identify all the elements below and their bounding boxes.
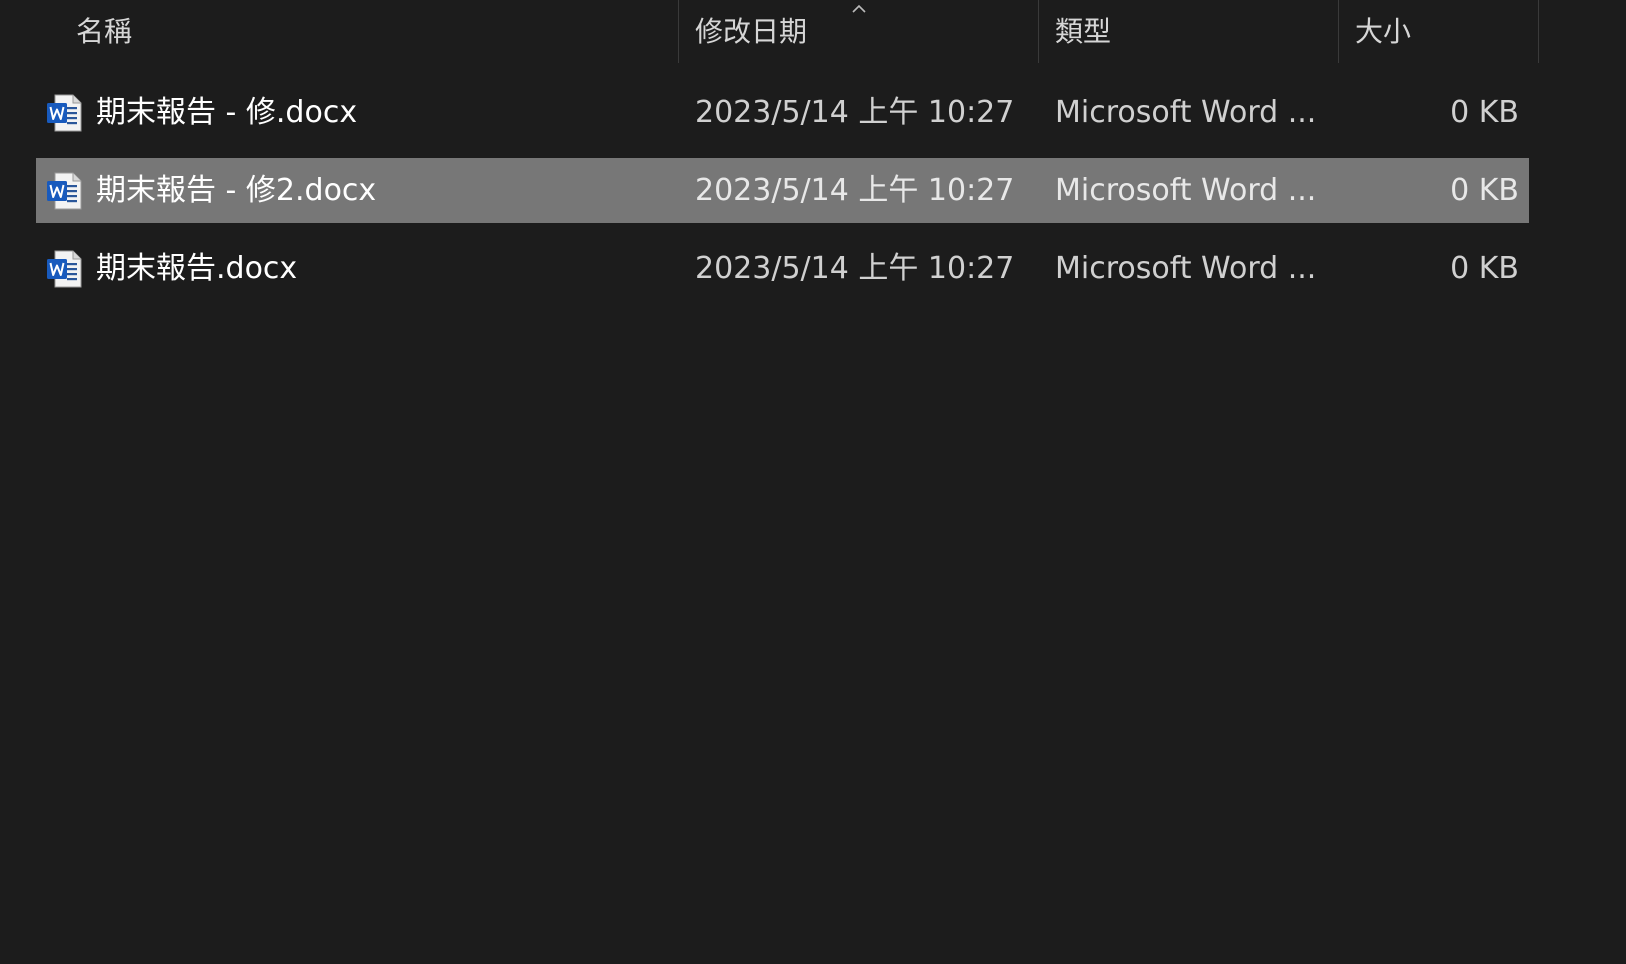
file-size: 0 KB bbox=[1450, 95, 1519, 130]
file-row[interactable]: 期末報告.docx 2023/5/14 上午 10:27 Microsoft W… bbox=[36, 236, 1529, 301]
column-divider[interactable] bbox=[1538, 0, 1539, 63]
column-header-size[interactable]: 大小 bbox=[1355, 0, 1411, 63]
column-header-name[interactable]: 名稱 bbox=[76, 0, 132, 63]
file-size: 0 KB bbox=[1450, 173, 1519, 208]
file-modified-date: 2023/5/14 上午 10:27 bbox=[695, 251, 1015, 286]
file-size: 0 KB bbox=[1450, 251, 1519, 286]
word-document-icon bbox=[47, 172, 82, 210]
file-modified-date: 2023/5/14 上午 10:27 bbox=[695, 173, 1015, 208]
column-header-type[interactable]: 類型 bbox=[1055, 0, 1111, 63]
column-header-bar: 名稱 修改日期 類型 大小 bbox=[0, 0, 1626, 63]
file-name: 期末報告.docx bbox=[96, 251, 298, 286]
file-row[interactable]: 期末報告 - 修.docx 2023/5/14 上午 10:27 Microso… bbox=[36, 80, 1529, 145]
chevron-up-icon bbox=[852, 4, 866, 13]
column-divider[interactable] bbox=[1338, 0, 1339, 63]
file-type: Microsoft Word ... bbox=[1055, 173, 1317, 208]
file-type: Microsoft Word ... bbox=[1055, 251, 1317, 286]
column-divider[interactable] bbox=[678, 0, 679, 63]
word-document-icon bbox=[47, 94, 82, 132]
file-name: 期末報告 - 修.docx bbox=[96, 95, 358, 130]
file-row-selected[interactable]: 期末報告 - 修2.docx 2023/5/14 上午 10:27 Micros… bbox=[36, 158, 1529, 223]
column-header-modified[interactable]: 修改日期 bbox=[695, 0, 807, 63]
word-document-icon bbox=[47, 250, 82, 288]
file-modified-date: 2023/5/14 上午 10:27 bbox=[695, 95, 1015, 130]
file-name: 期末報告 - 修2.docx bbox=[96, 173, 377, 208]
file-type: Microsoft Word ... bbox=[1055, 95, 1317, 130]
column-divider[interactable] bbox=[1038, 0, 1039, 63]
